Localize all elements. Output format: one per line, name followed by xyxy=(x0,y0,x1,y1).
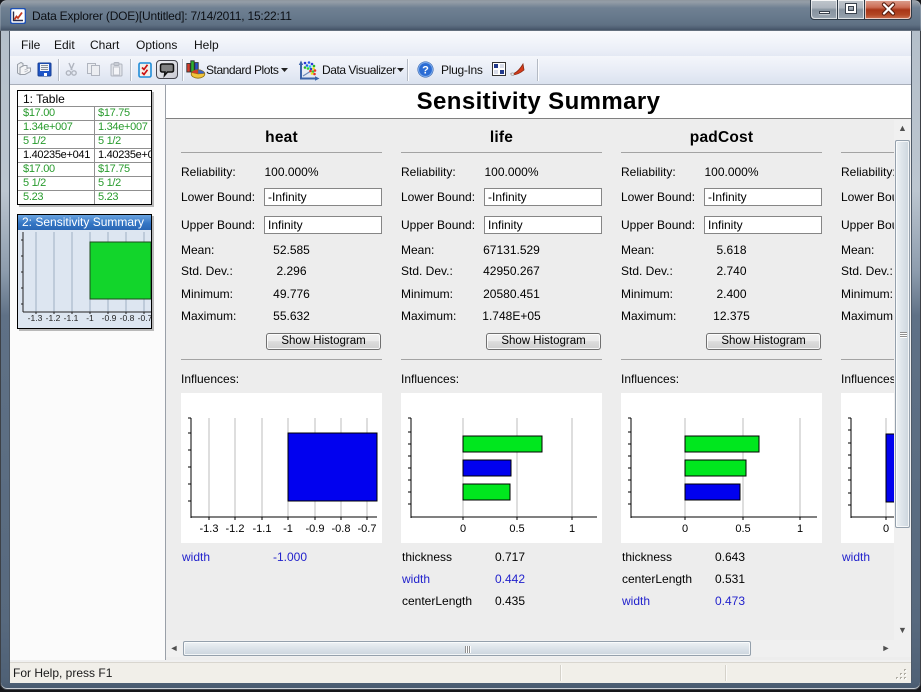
svg-text:-1: -1 xyxy=(86,313,94,323)
svg-text:0: 0 xyxy=(460,523,466,535)
svg-text:0.5: 0.5 xyxy=(509,523,524,535)
svg-text:-1: -1 xyxy=(283,523,293,535)
svg-text:0.5: 0.5 xyxy=(735,523,750,535)
svg-text:-1.2: -1.2 xyxy=(226,523,245,535)
svg-text:-1.2: -1.2 xyxy=(46,313,61,323)
svg-text:-0.9: -0.9 xyxy=(102,313,117,323)
svg-text:0: 0 xyxy=(883,523,889,535)
svg-text:-1.1: -1.1 xyxy=(64,313,79,323)
svg-text:1: 1 xyxy=(797,523,803,535)
svg-text:-0.9: -0.9 xyxy=(306,523,325,535)
svg-text:-0.8: -0.8 xyxy=(332,523,351,535)
svg-text:0: 0 xyxy=(682,523,688,535)
svg-text:?: ? xyxy=(422,65,429,77)
svg-text:-1.3: -1.3 xyxy=(28,313,43,323)
svg-text:-1.1: -1.1 xyxy=(253,523,272,535)
svg-text:-0.7: -0.7 xyxy=(358,523,377,535)
svg-text:-1.3: -1.3 xyxy=(200,523,219,535)
svg-text:-0.8: -0.8 xyxy=(120,313,135,323)
svg-text:1: 1 xyxy=(569,523,575,535)
svg-text:-0.7: -0.7 xyxy=(138,313,151,323)
